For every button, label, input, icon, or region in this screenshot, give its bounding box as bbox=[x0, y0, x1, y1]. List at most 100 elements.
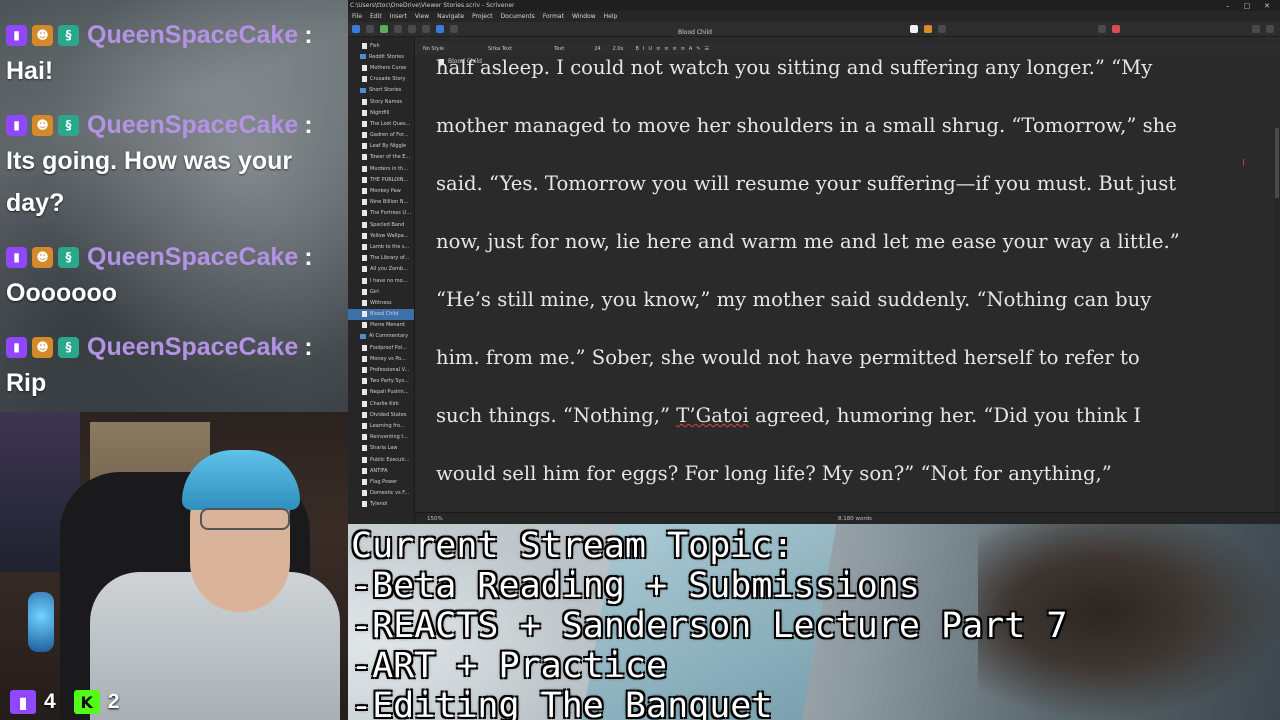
binder-item[interactable]: Tower of the E... bbox=[348, 152, 414, 163]
binder-item[interactable]: Learning fro... bbox=[348, 420, 414, 431]
folder-icon[interactable] bbox=[394, 25, 402, 33]
binder-item[interactable]: THE PURLOIN... bbox=[348, 174, 414, 185]
binder-folder[interactable]: Short Stories bbox=[348, 85, 414, 96]
close-icon[interactable]: ✕ bbox=[1264, 2, 1270, 10]
binder-item[interactable]: Mothers Curse bbox=[348, 62, 414, 73]
binder-item[interactable]: Yellow Wallpa... bbox=[348, 230, 414, 241]
binder-item[interactable]: Gadren of For... bbox=[348, 130, 414, 141]
align-right-icon[interactable]: ≡ bbox=[672, 46, 676, 52]
link-icon[interactable] bbox=[436, 25, 444, 33]
outline-icon[interactable] bbox=[938, 25, 946, 33]
binder-item[interactable]: Nightfill bbox=[348, 107, 414, 118]
binder-item[interactable]: Nepali Pushin... bbox=[348, 387, 414, 398]
binder-sidebar: Fish Reddit Stories Mothers Curse Crusade S… bbox=[348, 37, 415, 524]
binder-item[interactable]: Wittness bbox=[348, 297, 414, 308]
edit-icon[interactable] bbox=[450, 25, 458, 33]
minimize-icon[interactable]: – bbox=[1226, 2, 1230, 10]
menu-insert[interactable]: Insert bbox=[390, 13, 407, 20]
align-justify-icon[interactable]: ≡ bbox=[681, 46, 685, 52]
binder-item[interactable]: Lamb to the s... bbox=[348, 241, 414, 252]
binder-item[interactable]: Nine Billion N... bbox=[348, 197, 414, 208]
underline-icon[interactable]: U bbox=[648, 46, 652, 52]
add-icon[interactable] bbox=[380, 25, 388, 33]
binder-item[interactable]: Sharia Law bbox=[348, 443, 414, 454]
binder-item[interactable]: Reinventing t... bbox=[348, 432, 414, 443]
corkboard-icon[interactable] bbox=[924, 25, 932, 33]
binder-item[interactable]: The Lost Ques... bbox=[348, 118, 414, 129]
highlight-icon[interactable]: ✎ bbox=[696, 46, 700, 52]
menu-documents[interactable]: Documents bbox=[501, 13, 535, 20]
align-left-icon[interactable]: ≡ bbox=[656, 46, 660, 52]
font-select[interactable]: Sitka Text bbox=[488, 46, 520, 52]
binder-item[interactable]: Two Party Sys... bbox=[348, 376, 414, 387]
binder-item[interactable]: Foolproof Pol... bbox=[348, 342, 414, 353]
zoom-level[interactable]: 150% bbox=[427, 516, 443, 522]
binder-item[interactable]: All you Zomb... bbox=[348, 264, 414, 275]
binder-folder[interactable]: AI Commentary bbox=[348, 331, 414, 342]
font-size-select[interactable]: 24 bbox=[594, 46, 608, 52]
binder-item-label: Girl bbox=[370, 288, 379, 295]
menu-format[interactable]: Format bbox=[543, 13, 564, 20]
maximize-icon[interactable]: □ bbox=[1244, 2, 1251, 10]
menu-navigate[interactable]: Navigate bbox=[437, 13, 464, 20]
list-icon[interactable]: ☰ bbox=[705, 46, 709, 52]
menu-window[interactable]: Window bbox=[572, 13, 596, 20]
binder-item[interactable]: Girl bbox=[348, 286, 414, 297]
document-icon bbox=[362, 199, 367, 206]
chat-text: Ooooooo bbox=[6, 279, 118, 307]
binder-item[interactable]: Flag Power bbox=[348, 476, 414, 487]
style-select[interactable]: No Style bbox=[423, 46, 452, 52]
menu-file[interactable]: File bbox=[352, 13, 362, 20]
inspector-icon[interactable] bbox=[1266, 25, 1274, 33]
bold-icon[interactable]: B bbox=[635, 46, 638, 52]
misspelled-word[interactable]: T’Gatoi bbox=[676, 404, 749, 427]
font-variant-select[interactable]: Text bbox=[554, 46, 572, 52]
binder-item[interactable]: The Library of... bbox=[348, 253, 414, 264]
binder-item[interactable]: I have no mo... bbox=[348, 275, 414, 286]
binder-toggle-icon[interactable] bbox=[352, 25, 360, 33]
binder-folder[interactable]: Reddit Stories bbox=[348, 51, 414, 62]
binder-item[interactable]: Pierre Menard bbox=[348, 320, 414, 331]
menu-project[interactable]: Project bbox=[472, 13, 493, 20]
binder-item[interactable]: Specled Band bbox=[348, 219, 414, 230]
editor-line: “He’s still mine, you know,” my mother s… bbox=[436, 288, 1152, 311]
menu-view[interactable]: View bbox=[415, 13, 429, 20]
binder-item[interactable]: Blood Child bbox=[348, 308, 414, 320]
binder-item[interactable]: Divided States bbox=[348, 409, 414, 420]
binder-item-label: Nepali Pushin... bbox=[370, 389, 409, 396]
binder-item[interactable]: Crusade Story bbox=[348, 74, 414, 85]
menu-edit[interactable]: Edit bbox=[370, 13, 382, 20]
binder-item[interactable]: Professional V... bbox=[348, 364, 414, 375]
menu-help[interactable]: Help bbox=[604, 13, 618, 20]
history-icon[interactable] bbox=[408, 25, 416, 33]
binder-item[interactable]: Monkey Paw bbox=[348, 185, 414, 196]
view-mode-icon[interactable] bbox=[366, 25, 374, 33]
binder-item[interactable]: Domestic vs F... bbox=[348, 488, 414, 499]
editor-scrollbar[interactable] bbox=[1274, 128, 1280, 512]
binder-item[interactable]: The Fortress U... bbox=[348, 208, 414, 219]
twitch-badge-icon: ▮ bbox=[6, 114, 27, 136]
binder-item[interactable]: Story Names bbox=[348, 96, 414, 107]
scrollbar-thumb[interactable] bbox=[1275, 128, 1279, 198]
binder-item[interactable]: Charlie Kirk bbox=[348, 398, 414, 409]
binder-item[interactable]: Fish bbox=[348, 40, 414, 51]
binder-item[interactable]: Public Executi... bbox=[348, 454, 414, 465]
binder-item[interactable]: ANTIFA bbox=[348, 465, 414, 476]
binder-item[interactable]: Leaf By Niggle bbox=[348, 141, 414, 152]
text-color-icon[interactable]: A bbox=[689, 46, 692, 52]
align-center-icon[interactable]: ≡ bbox=[664, 46, 668, 52]
bookmark-icon[interactable] bbox=[1112, 25, 1120, 33]
binder-item[interactable]: Tylenol bbox=[348, 499, 414, 510]
binder-item[interactable]: Murders in th... bbox=[348, 163, 414, 174]
line-spacing-select[interactable]: 2.0x bbox=[613, 46, 632, 52]
binder-item-label: The Lost Ques... bbox=[370, 120, 411, 127]
binder-item[interactable]: Money vs Po... bbox=[348, 353, 414, 364]
search-icon[interactable] bbox=[1252, 25, 1260, 33]
composition-icon[interactable] bbox=[910, 25, 918, 33]
editor-pane[interactable]: half asleep. I could not watch you sitti… bbox=[415, 56, 1280, 512]
share-icon[interactable] bbox=[1098, 25, 1106, 33]
trash-icon[interactable] bbox=[422, 25, 430, 33]
viewer-stats: ▮ 4 K 2 bbox=[10, 690, 129, 714]
editor-text[interactable]: half asleep. I could not watch you sitti… bbox=[436, 56, 1262, 503]
italic-icon[interactable]: I bbox=[643, 46, 644, 52]
